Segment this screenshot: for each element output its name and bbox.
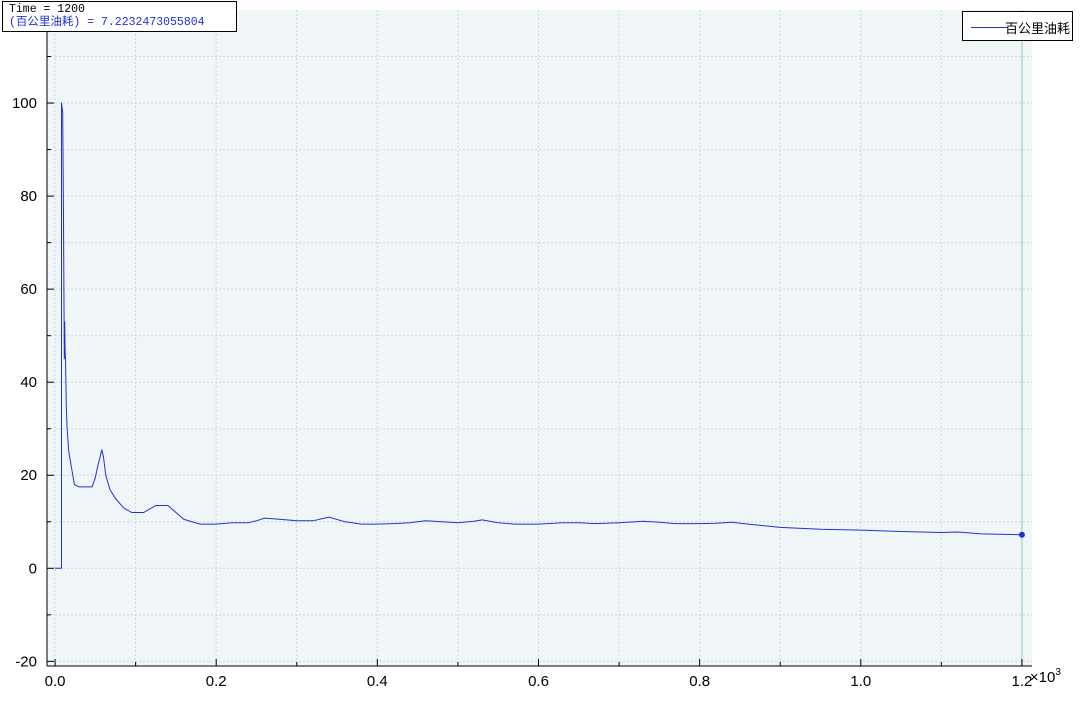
x-tick-label: 0.4 [367, 673, 388, 690]
cursor-time-text: Time = 1200 [9, 3, 85, 16]
x-tick-label: 0.2 [206, 673, 227, 690]
x-tick-label: 0.8 [689, 673, 710, 690]
y-tick-label: 20 [20, 467, 37, 484]
legend[interactable]: 百公里油耗 [962, 11, 1073, 41]
x-tick-label: 1.0 [850, 673, 871, 690]
cursor-value-text: (百公里油耗) = 7.2232473055804 [9, 16, 205, 29]
x-multiplier-exponent: 3 [1055, 667, 1061, 678]
y-tick-label: -20 [15, 653, 37, 670]
y-tick-label: 100 [12, 95, 37, 112]
x-multiplier-base: ×10 [1030, 669, 1055, 686]
x-tick-label: 0.6 [528, 673, 549, 690]
cursor-marker-point [1018, 531, 1025, 538]
y-tick-label: 40 [20, 374, 37, 391]
cursor-readout: Time = 1200 (百公里油耗) = 7.2232473055804 [2, 1, 237, 32]
legend-series-label: 百公里油耗 [1005, 21, 1071, 36]
y-tick-label: 0 [29, 560, 37, 577]
y-tick-label: 60 [20, 281, 37, 298]
plot-area [47, 10, 1032, 666]
y-tick-label: 80 [20, 188, 37, 205]
line-chart: 0.0 0.2 0.4 0.6 0.8 1.0 1.2-20020406080100 ×10… [0, 0, 1080, 701]
legend-series-swatch [971, 27, 1008, 28]
x-tick-label: 0.0 [45, 673, 66, 690]
